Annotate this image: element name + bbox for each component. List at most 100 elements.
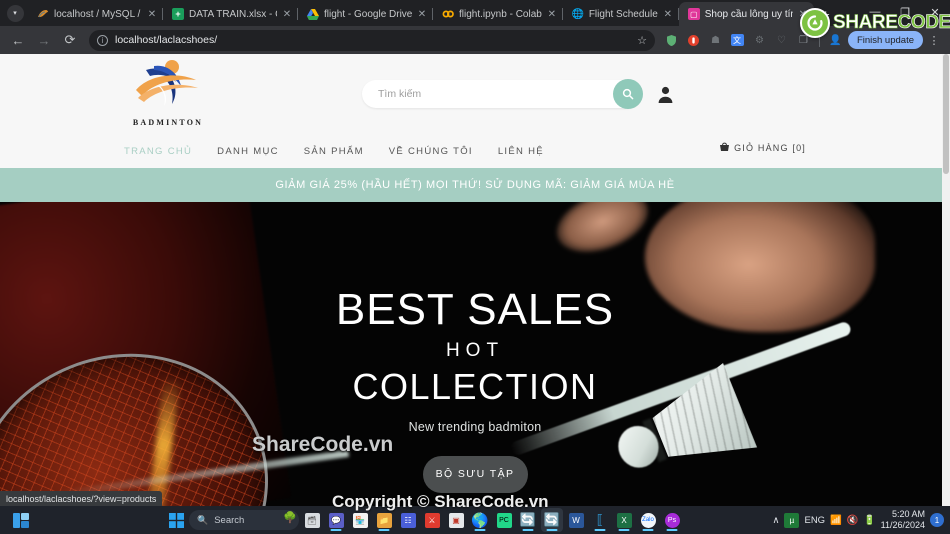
taskbar-app-word[interactable]: W (565, 508, 587, 532)
window-controls: — ❐ ✕ (860, 0, 950, 24)
cart-link[interactable]: GIỎ HÀNG [0] (719, 141, 806, 154)
heart-icon[interactable]: ♡ (772, 31, 791, 50)
browser-tab-2[interactable]: flight - Google Drive ✕ (298, 2, 433, 26)
browser-tab-0[interactable]: localhost / MySQL / laclacs ✕ (28, 2, 163, 26)
translate-icon[interactable]: 文 (728, 31, 747, 50)
bookmark-star-icon[interactable]: ☆ (637, 34, 647, 47)
tab-close-icon[interactable]: ✕ (547, 9, 557, 20)
tab-title: flight - Google Drive (324, 8, 412, 20)
address-bar[interactable]: i localhost/laclacshoes/ ☆ (89, 29, 655, 51)
hero-title-line2: HOT (445, 339, 505, 361)
pycharm-icon: PC (496, 512, 512, 528)
start-button[interactable] (165, 508, 187, 532)
site-info-icon[interactable]: i (97, 34, 108, 46)
browser-status-bar: localhost/laclacshoes/?view=products (0, 491, 163, 506)
word-icon: W (568, 512, 584, 528)
copyright-watermark: Copyright © ShareCode.vn (332, 492, 549, 511)
google-sheets-icon: + (172, 8, 184, 20)
page-scrollbar[interactable] (942, 54, 950, 506)
chrome-active-icon: 🔄 (543, 512, 561, 527)
close-button[interactable]: ✕ (920, 0, 950, 24)
taskbar-app-vscode[interactable]: ⟦ (589, 508, 611, 532)
taskbar-search[interactable]: 🔍 Search 🌳 (189, 510, 299, 530)
toolbar-divider (818, 33, 820, 47)
mysql-icon (37, 8, 49, 20)
zalo-icon: Zalo (640, 512, 656, 528)
nav-item-san-pham[interactable]: SẢN PHẨM (304, 146, 364, 157)
split-screen-icon[interactable]: ❐ (794, 31, 813, 50)
address-bar-url: localhost/laclacshoes/ (115, 34, 218, 46)
taskbar-clock[interactable]: 5:20 AM 11/26/2024 (881, 509, 925, 532)
browser-tab-3[interactable]: flight.ipynb - Colab ✕ (433, 2, 563, 26)
app-running-indicator (330, 529, 342, 531)
nav-item-lien-he[interactable]: LIÊN HỆ (498, 146, 544, 157)
tab-close-icon[interactable]: ✕ (147, 9, 157, 20)
battery-icon[interactable]: 🔋 (864, 515, 876, 526)
notification-badge[interactable]: 1 (930, 513, 944, 527)
promo-banner: GIẢM GIÁ 25% (HẦU HẾT) MỌI THỨ! SỬ DỤNG … (0, 168, 950, 202)
google-drive-icon (307, 8, 319, 20)
hero-cta-button[interactable]: BỘ SƯU TẬP (422, 455, 528, 493)
taskbar-app-zalo[interactable]: Zalo (637, 508, 659, 532)
hero-section: ShareCode.vn BEST SALES HOT COLLECTION N… (0, 202, 950, 506)
web-page: BADMINTON TRANG CHỦ (0, 54, 950, 506)
new-tab-button[interactable]: + (814, 3, 838, 25)
taskbar-widgets-button[interactable] (10, 508, 32, 532)
badminton-logo-icon (124, 56, 212, 118)
tab-title: localhost / MySQL / laclacs (54, 8, 142, 20)
browser-tab-4[interactable]: 🌐 Flight Schedule ✕ (563, 2, 679, 26)
browser-tab-5[interactable]: ▢ Shop cầu lông uy tín ✕ (678, 2, 814, 26)
search-button[interactable] (613, 79, 643, 109)
main-navigation: TRANG CHỦ DANH MỤC SẢN PHẨM VỀ CHÚNG TÔI… (124, 138, 544, 164)
search-input[interactable] (362, 80, 640, 108)
chrome-menu-button[interactable]: ⋮ (926, 31, 942, 50)
tab-title: Shop cầu lông uy tín (704, 8, 793, 20)
tab-title: Flight Schedule (588, 8, 658, 20)
folder-icon: 📁 (376, 512, 392, 528)
tab-close-icon[interactable]: ✕ (798, 9, 808, 20)
reload-button[interactable]: ⟳ (58, 28, 82, 52)
toolbar-icons: ☗ 文 ⚙ ♡ ❐ 👤 Finish update ⋮ (662, 31, 944, 50)
scrollbar-thumb[interactable] (943, 54, 949, 174)
app-running-indicator (618, 529, 630, 531)
settings-icon[interactable]: ⚙ (750, 31, 769, 50)
account-button[interactable] (652, 80, 678, 108)
utorrent-icon[interactable]: µ (784, 512, 800, 528)
app-running-indicator (378, 529, 390, 531)
site-logo[interactable]: BADMINTON (124, 56, 212, 127)
profile-icon[interactable]: 👤 (826, 31, 845, 50)
search-illustration-icon: 🌳 (283, 512, 297, 524)
teams-icon: 💬 (328, 512, 344, 528)
hero-content: ShareCode.vn BEST SALES HOT COLLECTION N… (0, 202, 950, 506)
shield-icon[interactable] (662, 31, 681, 50)
language-indicator[interactable]: ENG (804, 515, 825, 526)
forward-button[interactable]: → (32, 28, 56, 52)
microsoft-store-icon: 🏪 (352, 512, 368, 528)
tab-close-icon[interactable]: ✕ (282, 9, 292, 20)
tray-expand-button[interactable]: ∧ (773, 515, 780, 526)
app-running-indicator (522, 529, 534, 531)
tab-search-button[interactable]: ▾ (2, 2, 28, 24)
taskbar-app-photoshop[interactable]: Ps (661, 508, 683, 532)
nav-item-ve-chung-toi[interactable]: VỀ CHÚNG TÔI (389, 146, 473, 157)
wifi-icon[interactable]: 📶 (830, 515, 842, 526)
record-icon[interactable] (684, 31, 703, 50)
tab-close-icon[interactable]: ✕ (663, 9, 673, 20)
volume-muted-icon[interactable]: 🔇 (847, 515, 859, 526)
finish-update-button[interactable]: Finish update (847, 31, 923, 49)
taskbar-left-section (0, 508, 165, 532)
nav-item-danh-muc[interactable]: DANH MỤC (217, 146, 279, 157)
taskbar-search-placeholder: Search (214, 514, 245, 526)
extension-icon[interactable]: ☗ (706, 31, 725, 50)
maximize-button[interactable]: ❐ (890, 0, 920, 24)
minimize-button[interactable]: — (860, 0, 890, 24)
tab-strip: ▾ localhost / MySQL / laclacs ✕ + DATA T… (0, 0, 950, 26)
nav-item-trang-chu[interactable]: TRANG CHỦ (124, 146, 192, 157)
tab-close-icon[interactable]: ✕ (417, 9, 427, 20)
taskbar-app-excel[interactable]: X (613, 508, 635, 532)
excel-icon: X (616, 512, 632, 528)
taskbar-app-file-explorer[interactable]: 🗃 (301, 508, 323, 532)
browser-tab-1[interactable]: + DATA TRAIN.xlsx - Google ✕ (163, 2, 298, 26)
back-button[interactable]: ← (6, 28, 30, 52)
chevron-down-icon: ▾ (6, 4, 24, 22)
